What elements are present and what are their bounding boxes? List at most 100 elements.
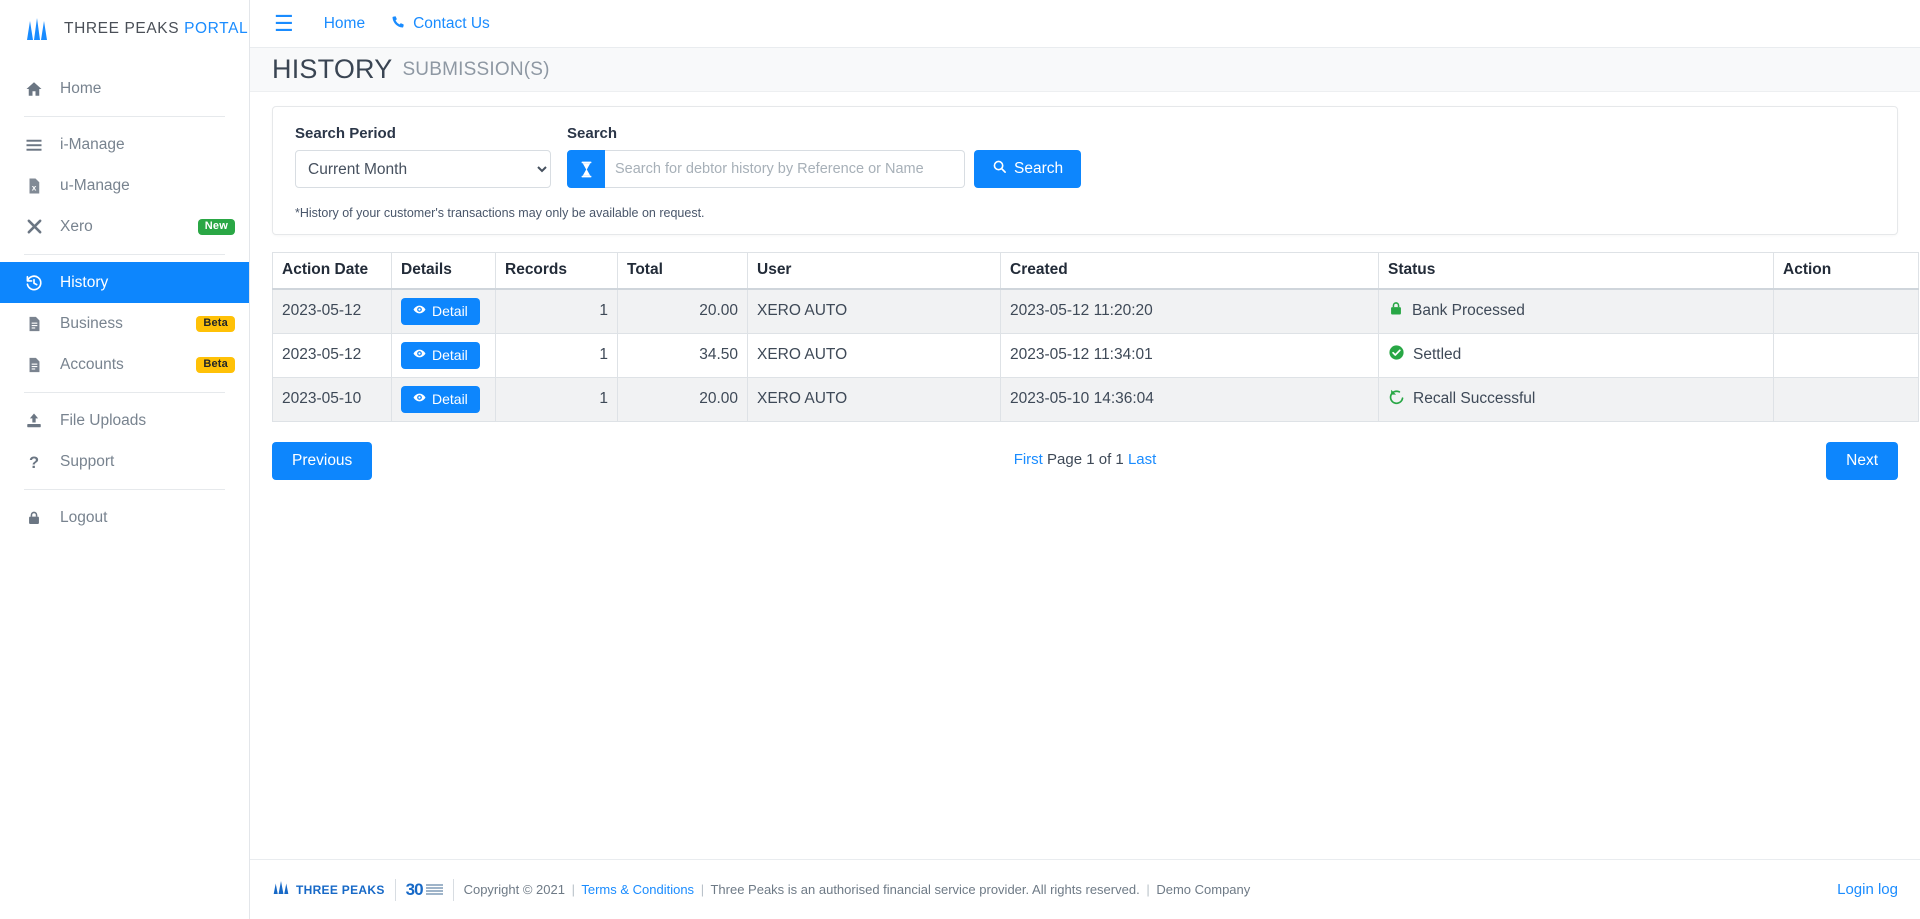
pagination: Previous First Page 1 of 1 Last Next <box>272 441 1898 482</box>
cell-user: XERO AUTO <box>747 288 1001 334</box>
cell-records: 1 <box>495 288 618 334</box>
table-row: 2023-05-12 Detail 1 20.00 XERO AUTO 2023… <box>272 288 1919 334</box>
first-page-link[interactable]: First <box>1014 451 1043 468</box>
cell-created: 2023-05-10 14:36:04 <box>1000 376 1379 422</box>
brand-name: THREE PEAKS <box>64 20 180 37</box>
status-label: Bank Processed <box>1412 302 1525 319</box>
search-button[interactable]: Search <box>974 150 1082 188</box>
search-note: *History of your customer's transactions… <box>295 206 705 220</box>
footer-logo-text: THREE PEAKS <box>296 882 385 897</box>
search-input-group: Search Search for debtor history by Refe… <box>567 125 1082 188</box>
sidebar-item-label: File Uploads <box>60 411 147 429</box>
bars-icon <box>24 136 44 154</box>
terms-conditions-link[interactable]: Terms & Conditions <box>581 882 694 897</box>
status-badge: Settled <box>1388 344 1764 366</box>
next-button[interactable]: Next <box>1826 441 1898 480</box>
footer-separator: | <box>1146 882 1150 897</box>
sidebar-item-home[interactable]: Home <box>0 68 249 109</box>
footer-divider <box>452 878 454 901</box>
table-body: 2023-05-12 Detail 1 20.00 XERO AUTO 2023… <box>272 288 1919 422</box>
cell-total: 20.00 <box>617 376 748 422</box>
search-period-label: Search Period <box>295 125 396 142</box>
last-page-link[interactable]: Last <box>1128 451 1156 468</box>
sidebar-item-label: Accounts <box>60 355 124 373</box>
column-header-user: User <box>747 252 1001 290</box>
page-subtitle: SUBMISSION(S) <box>402 58 550 80</box>
sidebar-badge-new: New <box>197 218 235 235</box>
detail-button[interactable]: Detail <box>401 341 480 369</box>
login-log-link[interactable]: Login log <box>1837 881 1898 898</box>
cell-action-date: 2023-05-10 <box>272 376 392 422</box>
years-lines-icon <box>425 884 443 895</box>
search-label: Search <box>567 125 618 142</box>
table-row: 2023-05-12 Detail 1 34.50 XERO AUTO 2023… <box>272 332 1919 378</box>
search-period-select[interactable]: Current Month <box>295 150 551 188</box>
sidebar-item-i-manage[interactable]: i-Manage <box>0 124 249 165</box>
phone-icon <box>391 14 406 34</box>
sidebar-item-accounts[interactable]: Accounts Beta <box>0 344 249 385</box>
footer-copyright: Copyright © 2021 <box>463 882 565 897</box>
column-header-total: Total <box>617 252 748 290</box>
cell-details: Detail <box>391 288 496 334</box>
svg-text:?: ? <box>29 454 39 471</box>
cell-action <box>1773 288 1919 334</box>
sidebar-item-business[interactable]: Business Beta <box>0 303 249 344</box>
svg-text:x: x <box>32 183 37 192</box>
sidebar-item-support[interactable]: ? Support <box>0 441 249 482</box>
detail-button[interactable]: Detail <box>401 385 480 413</box>
topnav-link-contact-us[interactable]: Contact Us <box>391 14 490 34</box>
three-peaks-logo-icon <box>24 18 50 40</box>
cell-total: 20.00 <box>617 288 748 334</box>
sidebar-item-xero[interactable]: Xero New <box>0 206 249 247</box>
sidebar-item-history[interactable]: History <box>0 262 249 303</box>
home-icon <box>24 80 44 98</box>
eye-icon <box>413 303 426 319</box>
cell-action-date: 2023-05-12 <box>272 288 392 334</box>
eye-icon <box>413 347 426 363</box>
topnav-label: Contact Us <box>413 14 490 32</box>
table-header-row: Action Date Details Records Total User C… <box>272 252 1919 290</box>
column-header-created: Created <box>1000 252 1379 290</box>
footer-separator: | <box>571 882 575 897</box>
topbar: ☰ Home Contact Us <box>250 0 1920 48</box>
status-badge: Bank Processed <box>1388 300 1764 322</box>
footer-divider <box>394 878 396 901</box>
search-period-group: Search Period Current Month <box>295 125 551 188</box>
footer-logo: THREE PEAKS <box>272 880 385 899</box>
page-info: First Page 1 of 1 Last <box>272 451 1898 468</box>
topnav-label: Home <box>323 14 366 32</box>
table-row: 2023-05-10 Detail 1 20.00 XERO AUTO 2023… <box>272 376 1919 422</box>
cell-action <box>1773 332 1919 378</box>
footer-separator: | <box>700 882 705 897</box>
sidebar-item-label: History <box>60 273 109 291</box>
history-icon <box>24 274 44 292</box>
cell-user: XERO AUTO <box>747 376 1001 422</box>
page-counter: Page 1 of 1 <box>1047 450 1124 468</box>
search-input[interactable] <box>605 150 965 188</box>
column-header-details: Details <box>391 252 496 290</box>
hourglass-icon <box>567 150 605 188</box>
cell-details: Detail <box>391 376 496 422</box>
sidebar-item-label: i-Manage <box>60 135 125 153</box>
magnifier-icon <box>992 159 1007 179</box>
detail-button[interactable]: Detail <box>401 297 480 325</box>
eye-icon <box>413 391 426 407</box>
topnav-link-home[interactable]: Home <box>324 15 365 33</box>
file-x-icon: x <box>24 177 44 195</box>
cell-total: 34.50 <box>617 332 748 378</box>
document-icon <box>24 315 44 333</box>
sidebar-item-u-manage[interactable]: x u-Manage <box>0 165 249 206</box>
x-icon <box>24 218 44 235</box>
status-badge: Recall Successful <box>1388 388 1764 410</box>
cell-status: Bank Processed <box>1378 288 1774 334</box>
brand-suffix: PORTAL <box>184 20 249 37</box>
sidebar-divider <box>24 392 225 393</box>
search-form-row: Search Period Current Month Search Searc… <box>295 125 1875 188</box>
sidebar-item-file-uploads[interactable]: File Uploads <box>0 400 249 441</box>
undo-icon <box>1388 388 1405 410</box>
lock-icon <box>24 509 44 527</box>
question-icon: ? <box>24 453 44 471</box>
sidebar-item-logout[interactable]: Logout <box>0 497 249 538</box>
hamburger-icon[interactable]: ☰ <box>270 11 298 37</box>
brand[interactable]: THREE PEAKS PORTAL <box>0 0 249 58</box>
